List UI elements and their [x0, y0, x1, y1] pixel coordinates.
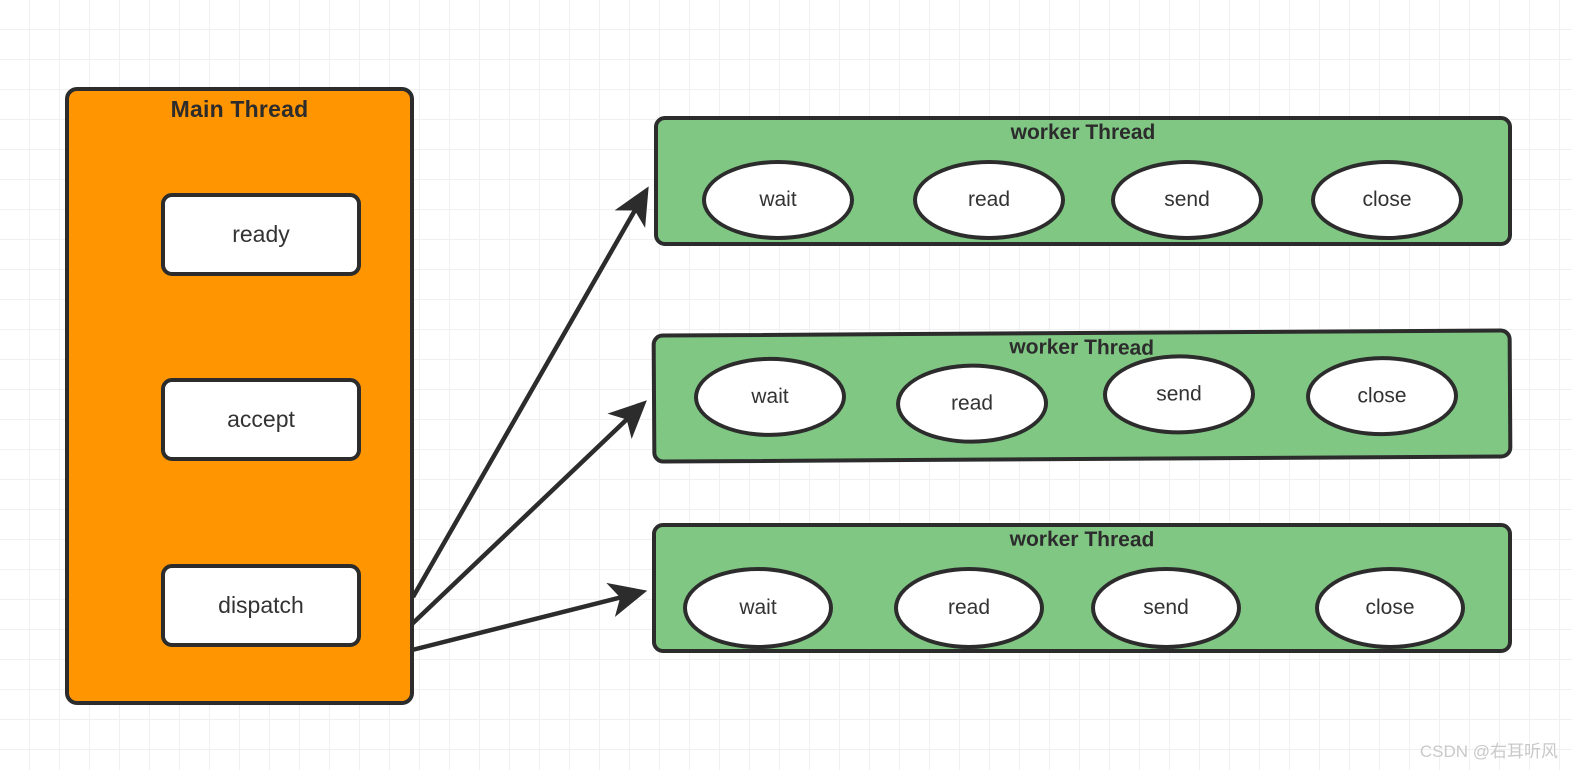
arrow-dispatch-to-worker-3: [411, 582, 648, 653]
stage-label: ready: [232, 221, 290, 247]
worker-thread-2: worker Thread wait read send close: [651, 328, 1513, 464]
worker-1-op-wait: wait: [702, 160, 854, 240]
op-label: read: [947, 596, 991, 619]
worker-2-op-read: read: [895, 363, 1049, 445]
main-thread-stage-ready: ready: [161, 193, 361, 276]
worker-3-op-wait: wait: [683, 567, 833, 649]
main-thread-stage-dispatch: dispatch: [161, 564, 361, 647]
op-label: close: [1357, 384, 1407, 408]
op-label: wait: [739, 596, 777, 619]
arrow-dispatch-to-worker-1: [411, 186, 649, 599]
op-label: read: [967, 188, 1011, 211]
worker-thread-3: worker Thread wait read send close: [652, 523, 1512, 653]
op-label: close: [1365, 596, 1415, 619]
worker-3-op-send: send: [1091, 567, 1241, 649]
main-thread-container: Main Thread ready accept dispatch: [65, 87, 414, 705]
stage-label: accept: [227, 406, 295, 432]
worker-1-op-read: read: [913, 160, 1065, 240]
main-thread-stage-accept: accept: [161, 378, 361, 461]
worker-2-op-close: close: [1305, 355, 1459, 437]
op-label: wait: [751, 384, 789, 409]
op-label: close: [1362, 188, 1412, 211]
diagram-canvas: Main Thread ready accept dispatch worker…: [0, 0, 1572, 770]
op-label: wait: [759, 188, 797, 211]
worker-1-op-close: close: [1311, 160, 1463, 240]
op-label: read: [950, 391, 994, 415]
main-thread-title: Main Thread: [170, 96, 309, 122]
worker-1-op-send: send: [1111, 160, 1263, 240]
op-label: send: [1156, 382, 1202, 406]
worker-thread-title: worker Thread: [1009, 527, 1155, 552]
worker-3-op-close: close: [1315, 567, 1465, 649]
op-label: send: [1164, 188, 1210, 211]
stage-label: dispatch: [218, 592, 304, 618]
op-label: send: [1143, 596, 1189, 619]
csdn-watermark: CSDN @右耳听风: [1419, 742, 1558, 761]
worker-thread-1: worker Thread wait read send close: [654, 116, 1512, 246]
worker-thread-title: worker Thread: [1010, 121, 1156, 144]
worker-2-op-send: send: [1102, 353, 1256, 435]
worker-3-op-read: read: [894, 567, 1044, 649]
worker-2-op-wait: wait: [693, 356, 847, 438]
arrow-dispatch-to-worker-2: [410, 400, 647, 626]
